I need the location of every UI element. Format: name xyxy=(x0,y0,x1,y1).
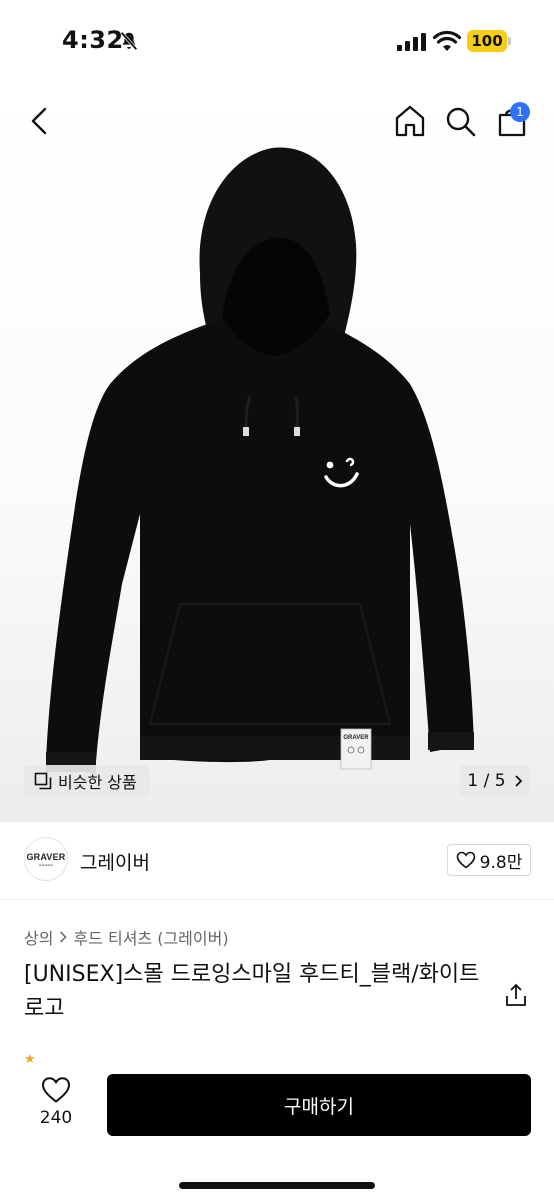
wifi-icon xyxy=(433,30,461,51)
similar-products-button[interactable]: 비슷한 상품 xyxy=(24,765,149,797)
brand-like-button[interactable]: 9.8만 xyxy=(447,844,531,876)
brand-row: GRAVER ▬▬▬▬▬ 그레이버 9.8만 xyxy=(0,822,554,900)
star-icon: ★ xyxy=(24,1052,36,1067)
wishlist-count: 240 xyxy=(39,1108,73,1128)
brand-logo[interactable]: GRAVER ▬▬▬▬▬ xyxy=(24,837,68,881)
breadcrumb-subcategory[interactable]: 후드 티셔츠 (그레이버) xyxy=(73,925,228,949)
product-title: [UNISEX]스몰 드로잉스마일 후드티_블랙/화이트 로고 xyxy=(24,962,480,1021)
bottom-bar: 240 구매하기 xyxy=(0,1066,554,1200)
breadcrumb: 상의 후드 티셔츠 (그레이버) xyxy=(24,925,229,949)
product-gallery[interactable]: GRAVER 1 비슷한 상품 1 / 5 xyxy=(0,84,554,822)
status-bar: 4:32 100 xyxy=(0,0,554,84)
search-icon[interactable] xyxy=(440,101,480,141)
pager-label: 1 / 5 xyxy=(467,771,506,791)
brand-like-count: 9.8만 xyxy=(479,852,523,873)
brand-logo-text: GRAVER xyxy=(26,851,66,862)
product-image: GRAVER xyxy=(46,147,474,774)
signal-icon xyxy=(397,33,426,51)
similar-products-label: 비슷한 상품 xyxy=(58,773,137,792)
status-time: 4:32 xyxy=(62,26,124,54)
back-icon[interactable] xyxy=(20,101,60,141)
heart-icon xyxy=(41,1077,71,1103)
home-indicator xyxy=(179,1182,375,1189)
wishlist-button[interactable]: 240 xyxy=(28,1076,84,1140)
brand-logo-subline: ▬▬▬▬▬ xyxy=(38,862,54,867)
cart-badge: 1 xyxy=(510,102,530,122)
battery-tip xyxy=(508,37,511,45)
image-pager[interactable]: 1 / 5 xyxy=(460,765,530,797)
buy-button[interactable]: 구매하기 xyxy=(107,1074,531,1136)
rating-peek: ★ xyxy=(24,1052,36,1067)
brand-name[interactable]: 그레이버 xyxy=(80,848,150,875)
battery-icon: 100 xyxy=(467,30,507,52)
garment-label: GRAVER xyxy=(343,735,369,741)
copy-icon xyxy=(34,772,52,790)
chevron-right-icon xyxy=(514,775,522,787)
breadcrumb-category[interactable]: 상의 xyxy=(24,925,53,949)
bell-slash-icon xyxy=(120,31,138,51)
share-icon[interactable] xyxy=(503,982,529,1008)
heart-icon xyxy=(456,851,475,869)
chevron-right-icon xyxy=(60,931,68,943)
home-icon[interactable] xyxy=(390,101,430,141)
